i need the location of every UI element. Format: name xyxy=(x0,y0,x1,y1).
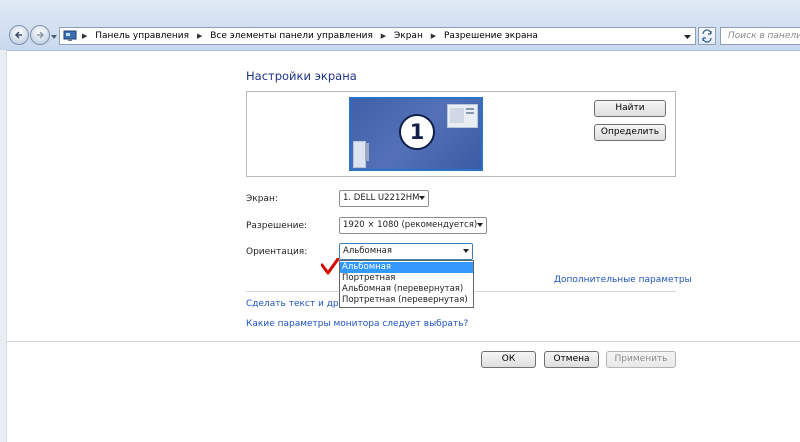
back-button[interactable] xyxy=(9,25,29,45)
search-input[interactable]: Поиск в панели уп xyxy=(720,27,800,45)
screen-label: Экран: xyxy=(246,194,278,204)
orientation-select[interactable]: Альбомная xyxy=(339,243,473,260)
which-settings-link[interactable]: Какие параметры монитора следует выбрать… xyxy=(246,319,468,329)
resolution-select[interactable]: 1920 × 1080 (рекомендуется) xyxy=(339,217,487,234)
left-pane-edge xyxy=(0,50,7,442)
ok-button[interactable]: ОК xyxy=(481,351,536,368)
identify-button[interactable]: Определить xyxy=(594,124,666,141)
orientation-option-portrait[interactable]: Портретная xyxy=(340,273,473,284)
address-dropdown-icon[interactable] xyxy=(684,33,691,43)
orientation-option-landscape[interactable]: Альбомная xyxy=(340,262,473,273)
breadcrumb-item-display[interactable]: Экран xyxy=(394,31,423,41)
advanced-settings-link[interactable]: Дополнительные параметры xyxy=(554,275,692,285)
monitor-number: 1 xyxy=(399,114,435,150)
back-arrow-icon xyxy=(14,31,22,39)
forward-arrow-icon xyxy=(37,31,45,39)
chevron-down-icon xyxy=(419,196,425,200)
orientation-dropdown-list: Альбомная Портретная Альбомная (переверн… xyxy=(339,260,474,308)
forward-button[interactable] xyxy=(30,25,50,45)
find-button[interactable]: Найти xyxy=(594,100,666,117)
window-chrome: ▶ Панель управления ▶ Все элементы панел… xyxy=(0,0,800,51)
address-bar[interactable]: ▶ Панель управления ▶ Все элементы панел… xyxy=(59,27,696,45)
monitor-1-preview[interactable]: 1 xyxy=(349,97,483,171)
cancel-button[interactable]: Отмена xyxy=(544,351,599,368)
screen-select[interactable]: 1. DELL U2212HM xyxy=(339,190,429,207)
resolution-select-value: 1920 × 1080 (рекомендуется) xyxy=(343,220,478,230)
screen-select-value: 1. DELL U2212HM xyxy=(343,193,420,203)
orientation-option-portrait-flipped[interactable]: Портретная (перевернутая) xyxy=(340,295,473,306)
refresh-icon xyxy=(702,29,712,43)
chevron-down-icon xyxy=(477,223,483,227)
control-panel-icon xyxy=(63,30,77,41)
chevron-down-icon xyxy=(463,249,469,253)
orientation-select-value: Альбомная xyxy=(343,246,392,256)
orientation-option-landscape-flipped[interactable]: Альбомная (перевернутая) xyxy=(340,284,473,295)
resolution-label: Разрешение: xyxy=(246,221,308,231)
mini-sidebar-icon xyxy=(365,143,369,161)
breadcrumb-item-all-items[interactable]: Все элементы панели управления xyxy=(210,31,373,41)
footer-divider xyxy=(6,341,800,342)
mini-window-icon xyxy=(447,104,478,128)
refresh-button[interactable] xyxy=(698,27,716,45)
red-checkmark-icon xyxy=(321,258,339,275)
breadcrumb-item-control-panel[interactable]: Панель управления xyxy=(95,31,189,41)
orientation-label: Ориентация: xyxy=(246,247,308,257)
breadcrumb: ▶ Панель управления ▶ Все элементы панел… xyxy=(82,31,538,41)
breadcrumb-item-screen-resolution[interactable]: Разрешение экрана xyxy=(444,31,538,41)
page-title: Настройки экрана xyxy=(246,69,357,83)
apply-button[interactable]: Применить xyxy=(606,351,676,368)
history-dropdown-icon[interactable] xyxy=(51,33,57,43)
